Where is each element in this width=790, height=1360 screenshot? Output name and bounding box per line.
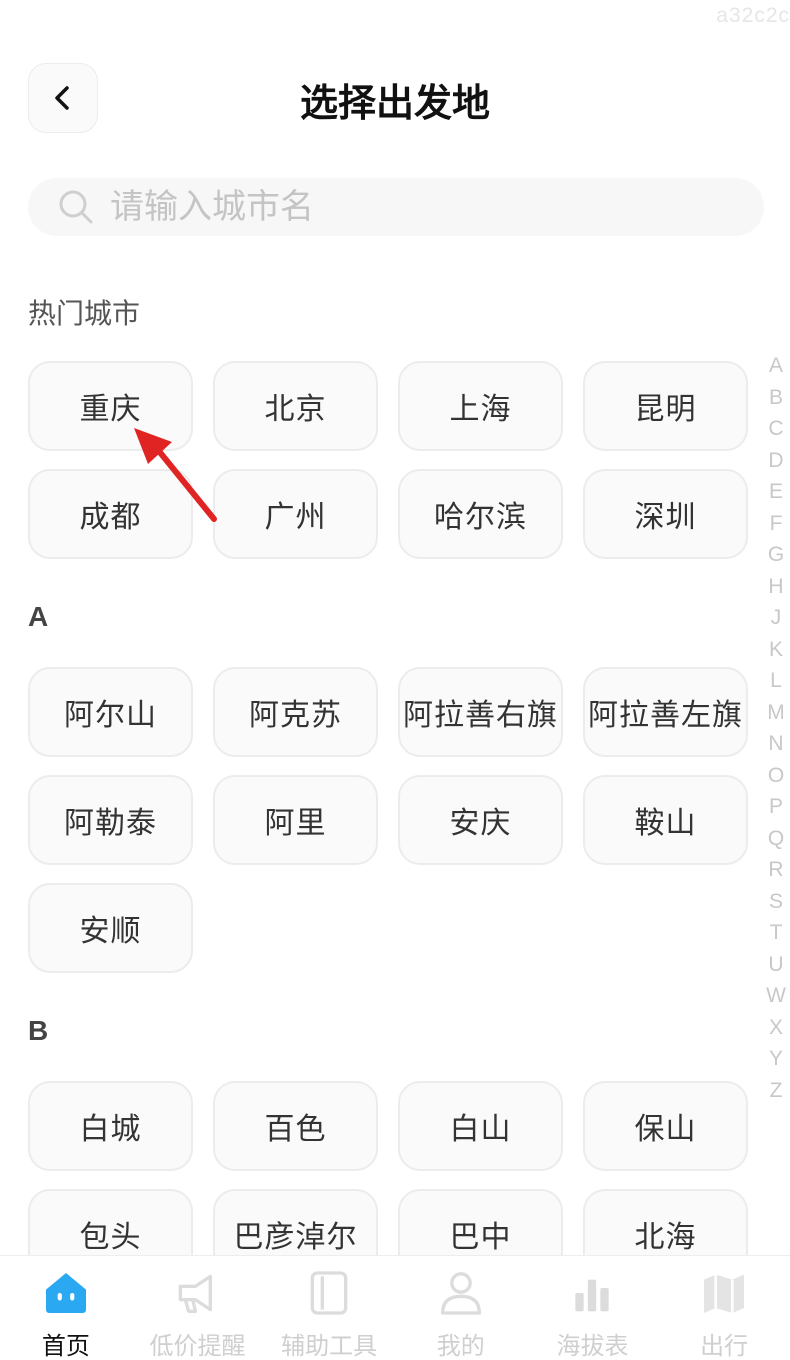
city-button[interactable]: 阿拉善左旗 [583,667,748,757]
search-icon [59,190,93,224]
page: a32c2c 选择出发地 热门城市 重庆 北京 上海 昆明 成都 广州 哈尔滨 … [0,0,790,1360]
section-letter-b: B [28,1015,49,1046]
alpha-index-letter[interactable]: C [768,413,783,445]
alpha-index-letter[interactable]: Y [769,1043,783,1075]
tab-tools[interactable]: 辅助工具 [263,1256,395,1360]
alpha-index-letter[interactable]: G [768,539,784,571]
user-icon [440,1272,481,1315]
tab-label: 我的 [436,1332,485,1360]
alphabet-index[interactable]: A B C D E F G H J K L M N O P Q R S T U … [764,350,788,1106]
city-button[interactable]: 昆明 [583,361,748,451]
city-button[interactable]: 哈尔滨 [398,469,563,559]
alpha-index-letter[interactable]: J [771,602,782,634]
alpha-index-letter[interactable]: L [770,665,782,697]
alpha-index-letter[interactable]: Q [768,823,784,855]
alpha-index-letter[interactable]: D [768,445,783,477]
city-button[interactable]: 上海 [398,361,563,451]
city-button[interactable]: 阿里 [213,775,378,865]
map-icon [704,1274,745,1313]
alpha-index-letter[interactable]: R [768,854,783,886]
megaphone-icon [179,1274,213,1313]
tool-panel-icon [310,1271,348,1315]
tab-bar: 首页 低价提醒 辅助工具 我的 海拔表 出行 [0,1255,790,1360]
city-button[interactable]: 保山 [583,1081,748,1171]
tab-label: 辅助工具 [281,1332,378,1360]
city-button[interactable]: 广州 [213,469,378,559]
tab-mine[interactable]: 我的 [395,1256,527,1360]
tab-travel[interactable]: 出行 [658,1256,790,1360]
alpha-index-letter[interactable]: O [768,760,784,792]
tab-label: 首页 [41,1332,90,1360]
tab-altitude[interactable]: 海拔表 [527,1256,659,1360]
tab-home[interactable]: 首页 [0,1256,132,1360]
alpha-index-letter[interactable]: S [769,886,783,918]
alpha-index-letter[interactable]: P [769,791,783,823]
alpha-index-letter[interactable]: X [769,1012,783,1044]
tab-label: 低价提醒 [149,1332,246,1360]
search-bar[interactable] [28,178,764,236]
city-button[interactable]: 白城 [28,1081,193,1171]
tab-price-alert[interactable]: 低价提醒 [132,1256,264,1360]
section-letter-a: A [28,601,49,632]
alpha-index-letter[interactable]: E [769,476,783,508]
alpha-index-letter[interactable]: T [770,917,783,949]
city-button[interactable]: 鞍山 [583,775,748,865]
city-button[interactable]: 北京 [213,361,378,451]
alpha-index-letter[interactable]: M [767,697,785,729]
tab-label: 出行 [700,1332,749,1360]
city-button[interactable]: 安庆 [398,775,563,865]
alpha-index-letter[interactable]: N [768,728,783,760]
bar-chart-icon [575,1279,610,1312]
watermark: a32c2c [716,4,790,27]
hot-cities-title: 热门城市 [28,297,141,330]
city-button[interactable]: 阿拉善右旗 [398,667,563,757]
city-button[interactable]: 安顺 [28,883,193,973]
section-a-grid: 阿尔山 阿克苏 阿拉善右旗 阿拉善左旗 阿勒泰 阿里 安庆 鞍山 安顺 [28,667,748,973]
section-b-grid: 白城 百色 白山 保山 包头 巴彦淖尔 巴中 北海 [28,1081,748,1279]
tab-label: 海拔表 [556,1332,629,1360]
alpha-index-letter[interactable]: F [770,508,783,540]
alpha-index-letter[interactable]: Z [770,1075,783,1107]
alpha-index-letter[interactable]: K [769,634,783,666]
city-button[interactable]: 阿勒泰 [28,775,193,865]
alpha-index-letter[interactable]: H [768,571,783,603]
alpha-index-letter[interactable]: W [766,980,786,1012]
home-face-icon [45,1273,86,1313]
city-button[interactable]: 白山 [398,1081,563,1171]
page-title: 选择出发地 [299,81,490,125]
red-arrow-annotation [134,428,217,522]
search-input[interactable] [110,182,710,232]
city-button[interactable]: 深圳 [583,469,748,559]
city-button[interactable]: 阿克苏 [213,667,378,757]
alpha-index-letter[interactable]: A [769,350,783,382]
city-button[interactable]: 阿尔山 [28,667,193,757]
alpha-index-letter[interactable]: U [768,949,783,981]
alpha-index-letter[interactable]: B [769,382,783,414]
city-button[interactable]: 百色 [213,1081,378,1171]
